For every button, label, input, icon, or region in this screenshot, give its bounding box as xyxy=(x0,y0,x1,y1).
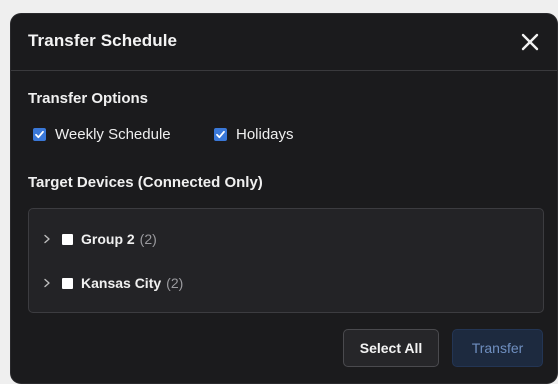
group-count: (2) xyxy=(139,231,157,247)
transfer-button[interactable]: Transfer xyxy=(452,329,543,367)
weekly-schedule-label: Weekly Schedule xyxy=(55,126,171,143)
holidays-label: Holidays xyxy=(236,126,294,143)
target-devices-heading: Target Devices (Connected Only) xyxy=(28,174,263,191)
close-button[interactable] xyxy=(517,29,543,55)
transfer-schedule-dialog: Transfer Schedule Transfer Options Weekl… xyxy=(11,14,557,383)
group-2-checkbox[interactable] xyxy=(62,233,73,245)
checkbox-checked-icon xyxy=(214,128,227,141)
weekly-schedule-checkbox[interactable]: Weekly Schedule xyxy=(33,126,171,143)
group-name: Kansas City xyxy=(81,275,162,291)
group-count: (2) xyxy=(166,275,184,291)
chevron-right-icon[interactable] xyxy=(41,234,53,244)
checkbox-checked-icon xyxy=(33,128,46,141)
transfer-options-heading: Transfer Options xyxy=(28,90,149,107)
holidays-checkbox[interactable]: Holidays xyxy=(214,126,294,143)
tree-item-kansas-city[interactable]: Kansas City (2) xyxy=(29,272,183,294)
chevron-right-icon[interactable] xyxy=(41,278,53,288)
close-icon xyxy=(517,29,543,55)
dialog-header: Transfer Schedule xyxy=(11,14,557,71)
device-tree: Group 2 (2) Kansas City (2) xyxy=(28,208,544,313)
kansas-city-checkbox[interactable] xyxy=(62,277,73,289)
tree-item-group-2[interactable]: Group 2 (2) xyxy=(29,228,157,250)
select-all-button[interactable]: Select All xyxy=(343,329,439,367)
dialog-title: Transfer Schedule xyxy=(28,31,178,50)
group-name: Group 2 xyxy=(81,231,135,247)
